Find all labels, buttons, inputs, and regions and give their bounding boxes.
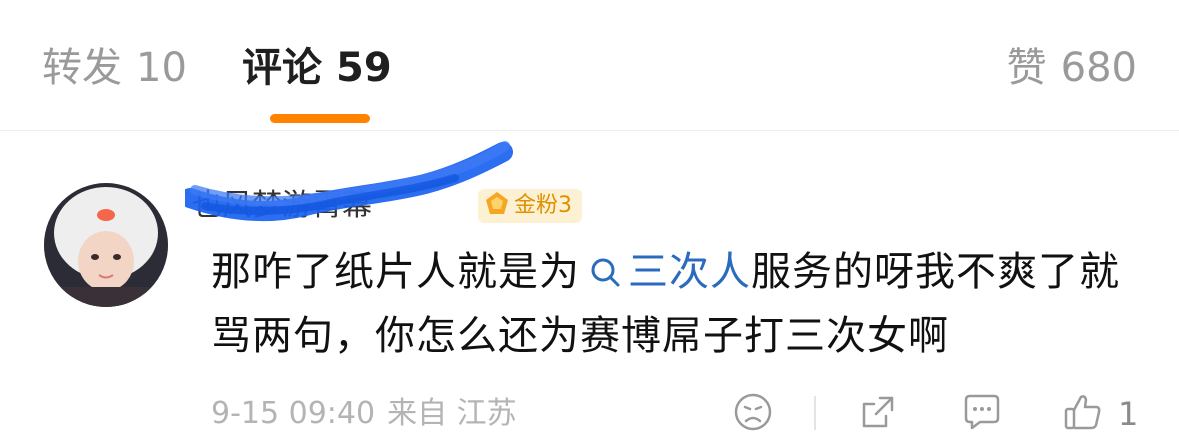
tab-like-count: 680 — [1060, 45, 1137, 91]
like-count: 1 — [1118, 395, 1139, 433]
reply-button[interactable] — [960, 390, 1004, 434]
tabs-divider — [0, 130, 1179, 131]
tab-comment-label: 评论 — [242, 45, 322, 91]
tab-like-label: 赞 — [1006, 45, 1047, 91]
gem-icon — [486, 192, 508, 214]
actions-divider — [814, 396, 816, 430]
tab-like[interactable]: 赞 680 — [1007, 40, 1137, 96]
tab-comment[interactable]: 评论 59 — [242, 40, 392, 96]
avatar[interactable] — [44, 183, 168, 307]
comment-source: 来自 江苏 — [387, 396, 517, 431]
tab-comment-count: 59 — [336, 45, 392, 91]
search-icon — [591, 258, 620, 287]
dislike-button[interactable] — [731, 390, 775, 434]
fan-badge-label: 金粉3 — [514, 193, 572, 218]
tab-repost-count: 10 — [136, 45, 187, 91]
tab-repost[interactable]: 转发 10 — [42, 40, 187, 96]
comment-icon — [964, 394, 1000, 430]
dislike-face-icon — [734, 393, 772, 431]
fan-badge[interactable]: 金粉3 — [478, 189, 582, 223]
comment-text-before: 那咋了纸片人就是为 — [211, 249, 580, 295]
topic-link[interactable]: 三次人 — [628, 249, 751, 295]
redaction-scribble — [185, 141, 513, 222]
active-tab-indicator — [270, 114, 370, 123]
comment-meta: 9-15 09:40 来自 江苏 — [211, 392, 529, 436]
tab-repost-label: 转发 — [42, 45, 122, 91]
comment-text: 那咋了纸片人就是为 三次人服务的呀我不爽了就骂两句，你怎么还为赛博屌子打三次女啊 — [211, 240, 1151, 368]
like-button[interactable] — [1061, 390, 1105, 434]
share-button[interactable] — [856, 390, 900, 434]
thumbs-up-icon — [1064, 395, 1101, 430]
comment-date: 9-15 09:40 — [211, 396, 376, 431]
avatar-image — [44, 183, 168, 307]
share-icon — [862, 396, 894, 428]
